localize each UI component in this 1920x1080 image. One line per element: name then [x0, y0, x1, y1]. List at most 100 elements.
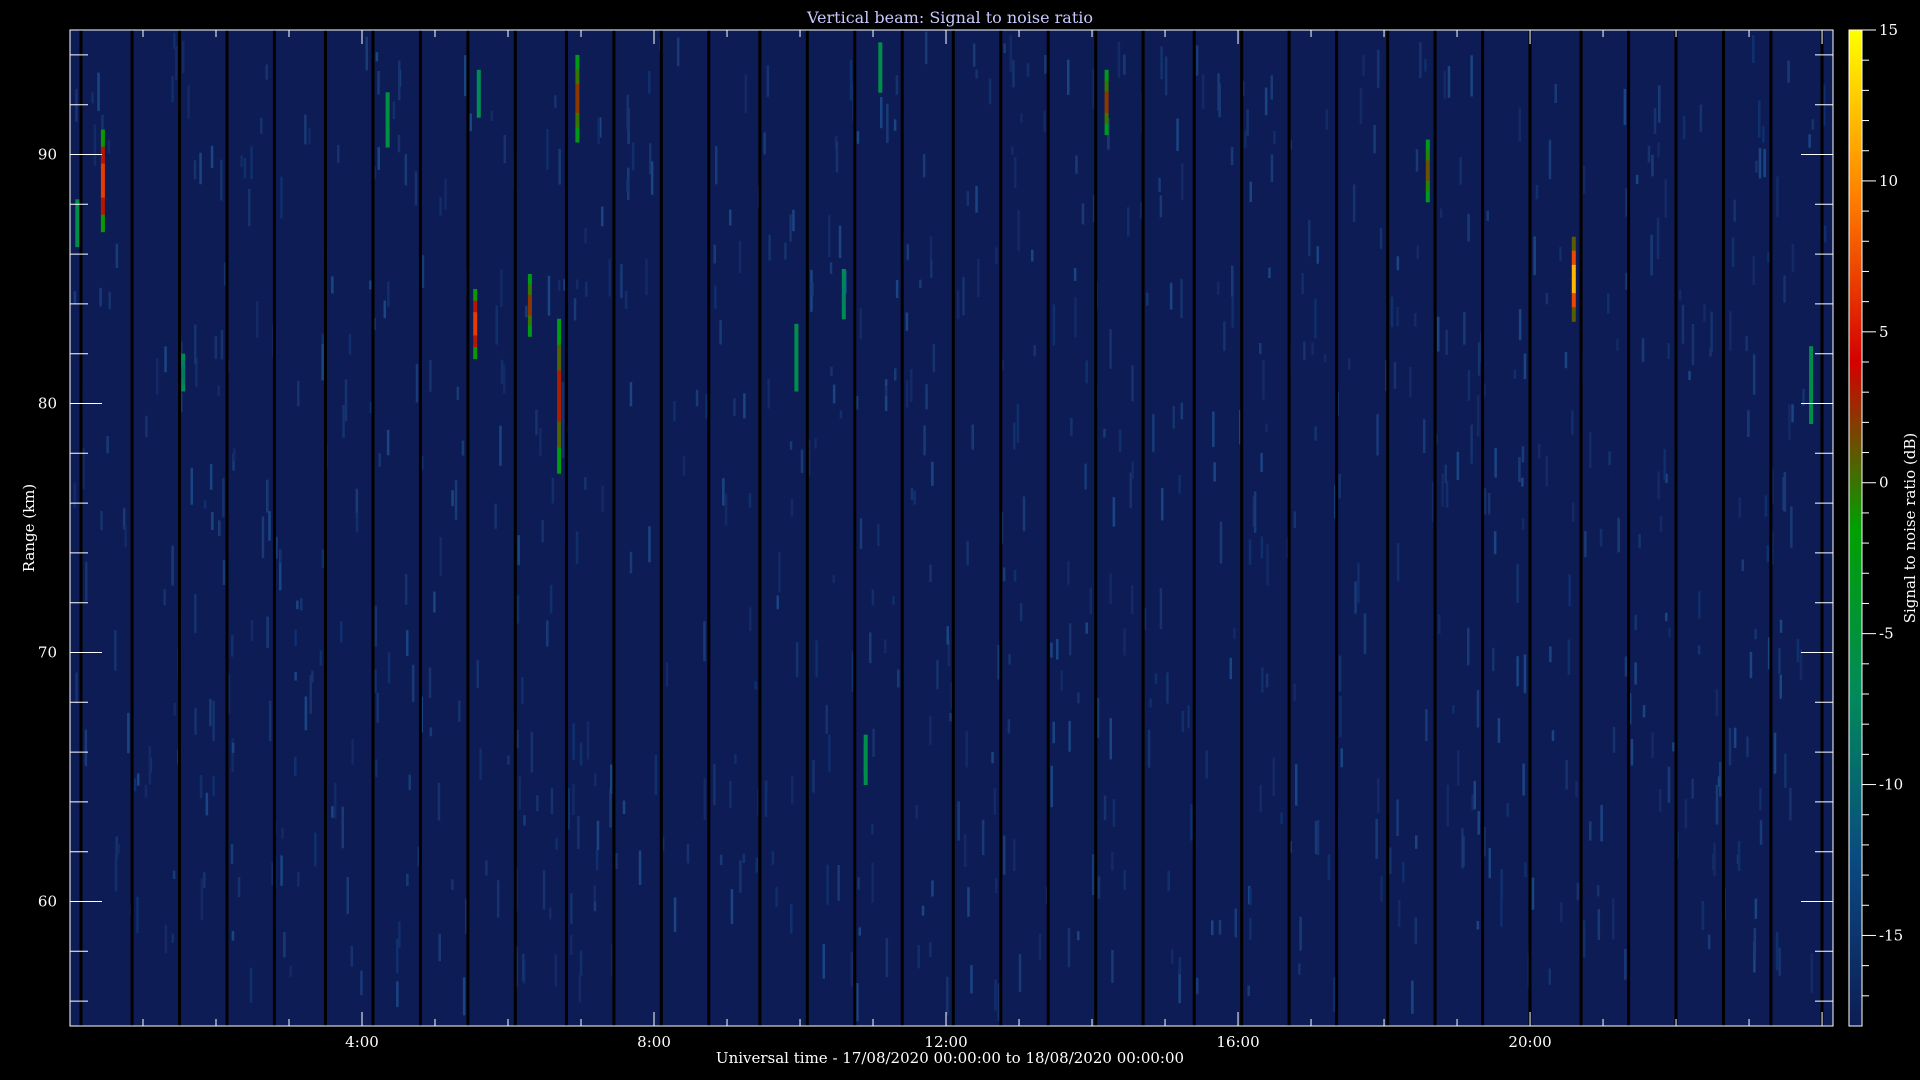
- data-gap: [466, 30, 470, 1026]
- noise-streak: [910, 368, 913, 402]
- noise-streak: [1791, 404, 1794, 423]
- colorbar-ticks: 15 10 5 0 -5 -10 -15: [1862, 21, 1903, 997]
- noise-streak: [622, 800, 626, 814]
- echo-segment: [878, 83, 883, 93]
- noise-streak: [778, 551, 781, 593]
- noise-streak: [1521, 446, 1525, 463]
- noise-streak: [1131, 461, 1134, 479]
- noise-streak: [456, 386, 460, 400]
- noise-streak: [1013, 422, 1016, 450]
- noise-streak: [1506, 803, 1509, 817]
- noise-streak: [1008, 654, 1011, 665]
- echo-trace: [863, 734, 868, 785]
- noise-streak: [767, 378, 770, 409]
- noise-streak: [144, 784, 148, 798]
- noise-streak: [596, 820, 600, 851]
- noise-streak: [1624, 656, 1628, 677]
- noise-streak: [1657, 471, 1660, 500]
- noise-streak: [645, 258, 648, 296]
- noise-streak: [1672, 742, 1675, 752]
- noise-streak: [1763, 148, 1766, 178]
- noise-streak: [1752, 354, 1756, 395]
- colorbar-tick-label: 5: [1879, 323, 1889, 341]
- x-tick-label: 16:00: [1216, 1033, 1259, 1051]
- noise-streak: [1127, 207, 1130, 237]
- noise-streak: [1568, 574, 1571, 607]
- noise-streak: [713, 764, 716, 806]
- noise-streak: [406, 873, 409, 886]
- noise-streak: [516, 595, 520, 624]
- noise-streak: [1752, 256, 1755, 285]
- noise-streak: [283, 932, 286, 958]
- noise-streak: [719, 320, 722, 345]
- noise-streak: [1497, 718, 1501, 743]
- noise-streak: [1414, 917, 1418, 944]
- noise-streak: [451, 879, 454, 891]
- echo-segment: [385, 92, 390, 102]
- noise-streak: [608, 259, 611, 297]
- noise-streak: [521, 677, 524, 704]
- noise-streak: [1012, 60, 1015, 88]
- noise-streak: [1784, 753, 1787, 788]
- noise-streak: [1272, 757, 1275, 797]
- data-gap: [900, 30, 904, 1026]
- noise-streak: [173, 703, 176, 716]
- data-gap: [758, 30, 762, 1026]
- noise-streak: [547, 275, 551, 316]
- noise-streak: [1359, 87, 1363, 124]
- noise-streak: [535, 409, 538, 436]
- noise-streak: [1299, 916, 1302, 951]
- noise-streak: [673, 401, 676, 422]
- data-gap: [1386, 30, 1390, 1026]
- noise-streak: [1597, 909, 1601, 940]
- noise-streak: [1323, 354, 1327, 363]
- noise-streak: [993, 788, 997, 816]
- noise-streak: [1379, 227, 1383, 249]
- noise-streak: [1259, 784, 1262, 812]
- noise-streak: [100, 511, 103, 531]
- chart-title: Vertical beam: Signal to noise ratio: [806, 8, 1093, 27]
- echo-segment: [385, 137, 390, 148]
- noise-streak: [1548, 139, 1552, 180]
- colorbar: 15 10 5 0 -5 -10 -15 Signal to noise ratio (dB…: [1848, 21, 1919, 1027]
- noise-streak: [1146, 292, 1149, 306]
- data-gap: [1674, 30, 1678, 1026]
- noise-streak: [1077, 692, 1080, 704]
- noise-streak: [1630, 739, 1634, 766]
- data-gap: [999, 30, 1003, 1026]
- noise-streak: [182, 40, 185, 73]
- noise-streak: [586, 721, 590, 760]
- noise-streak: [1338, 655, 1342, 692]
- noise-streak: [1218, 83, 1221, 118]
- echo-segment: [841, 302, 846, 311]
- noise-streak: [1565, 760, 1568, 790]
- noise-streak: [573, 298, 577, 321]
- noise-streak: [1564, 352, 1568, 369]
- noise-streak: [837, 865, 840, 901]
- echo-segment: [1425, 170, 1430, 182]
- noise-streak: [1067, 561, 1070, 585]
- noise-streak: [1159, 195, 1163, 218]
- noise-streak: [73, 291, 77, 304]
- noise-streak: [638, 850, 642, 885]
- noise-streak: [857, 877, 860, 890]
- noise-streak: [789, 441, 793, 450]
- noise-streak: [1535, 185, 1539, 200]
- noise-streak: [1409, 367, 1412, 398]
- noise-streak: [1698, 591, 1701, 619]
- noise-streak: [75, 672, 78, 704]
- noise-streak: [1264, 87, 1268, 116]
- echo-segment: [575, 113, 580, 128]
- noise-streak: [1261, 667, 1264, 693]
- noise-streak: [1667, 343, 1670, 359]
- noise-streak: [1396, 307, 1399, 326]
- noise-streak: [722, 478, 725, 506]
- noise-streak: [597, 117, 600, 145]
- noise-streak: [1516, 563, 1519, 603]
- noise-streak: [550, 788, 554, 814]
- noise-streak: [561, 419, 565, 459]
- noise-streak: [1339, 695, 1342, 738]
- echo-trace: [473, 289, 478, 360]
- noise-streak: [775, 887, 778, 907]
- noise-streak: [763, 132, 766, 155]
